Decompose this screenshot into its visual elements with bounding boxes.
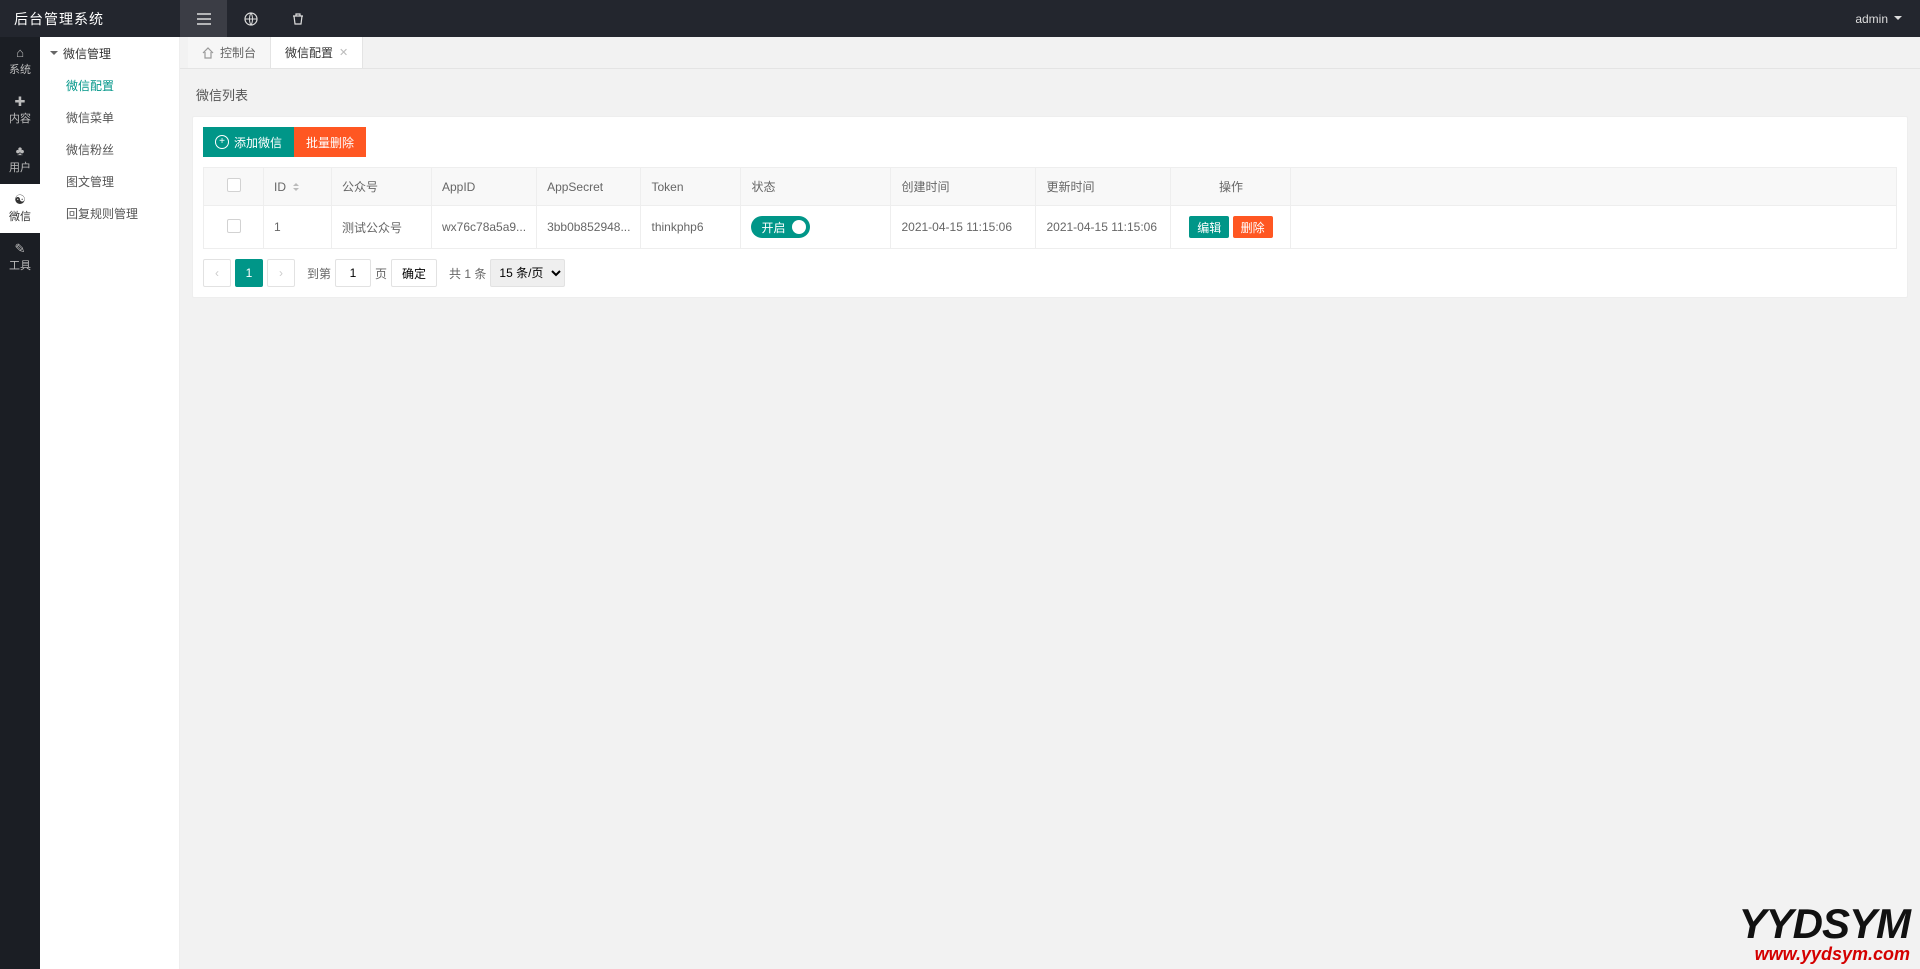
- row-checkbox[interactable]: [227, 219, 241, 233]
- col-status: 状态: [741, 168, 891, 206]
- left-nav: ⌂ 系统 ✚ 内容 ♣ 用户 ☯ 微信 ✎ 工具: [0, 37, 40, 969]
- cell-appsecret: 3bb0b852948...: [537, 206, 641, 249]
- wrench-icon: ✎: [15, 242, 26, 255]
- caret-down-icon: [50, 51, 58, 55]
- user-name: admin: [1855, 12, 1888, 26]
- sidebar-group-label: 微信管理: [63, 45, 111, 62]
- cell-ops: 编辑 删除: [1171, 206, 1291, 249]
- pager-goto-suffix: 页: [375, 265, 387, 282]
- cell-spare: [1291, 206, 1897, 249]
- table-header-row: ID 公众号 AppID AppSecret Token 状态 创建时间 更新时…: [204, 168, 1897, 206]
- status-label: 开启: [761, 219, 785, 236]
- col-updated: 更新时间: [1036, 168, 1171, 206]
- chevron-down-icon: [1894, 16, 1902, 21]
- users-icon: ♣: [16, 144, 25, 157]
- nav-content[interactable]: ✚ 内容: [0, 86, 40, 135]
- wechat-table: ID 公众号 AppID AppSecret Token 状态 创建时间 更新时…: [203, 167, 1897, 249]
- sidebar-group-toggle[interactable]: 微信管理: [40, 37, 179, 69]
- col-ops: 操作: [1171, 168, 1291, 206]
- topbar: 后台管理系统 admin: [0, 0, 1920, 37]
- pager: ‹ 1 › 到第 页 确定 共 1 条 15 条/页: [203, 259, 1897, 287]
- pager-next-button[interactable]: ›: [267, 259, 295, 287]
- delete-button[interactable]: 删除: [1233, 216, 1273, 238]
- nav-label: 内容: [9, 110, 31, 126]
- pager-confirm-button[interactable]: 确定: [391, 259, 437, 287]
- pager-goto-input[interactable]: [335, 259, 371, 287]
- tab-close-icon[interactable]: ✕: [339, 46, 348, 59]
- nav-system[interactable]: ⌂ 系统: [0, 37, 40, 86]
- tab-wechat-config[interactable]: 微信配置 ✕: [271, 37, 363, 68]
- sidebar-item-wechat-fans[interactable]: 微信粉丝: [40, 133, 179, 165]
- col-id[interactable]: ID: [264, 168, 332, 206]
- brand-title: 后台管理系统: [0, 9, 180, 29]
- nav-tools[interactable]: ✎ 工具: [0, 233, 40, 282]
- trash-icon: [291, 12, 305, 26]
- tab-home-label: 控制台: [220, 44, 256, 61]
- nav-user[interactable]: ♣ 用户: [0, 135, 40, 184]
- sidebar-item-wechat-menu[interactable]: 微信菜单: [40, 101, 179, 133]
- hamburger-icon: [197, 13, 211, 25]
- pager-page-size-select[interactable]: 15 条/页: [490, 259, 565, 287]
- col-spare: [1291, 168, 1897, 206]
- col-appsecret: AppSecret: [537, 168, 641, 206]
- pager-goto-prefix: 到第: [307, 265, 331, 282]
- nav-label: 工具: [9, 257, 31, 273]
- cell-status: 开启: [741, 206, 891, 249]
- nav-wechat[interactable]: ☯ 微信: [0, 184, 40, 233]
- cell-updated: 2021-04-15 11:15:06: [1036, 206, 1171, 249]
- col-account: 公众号: [332, 168, 432, 206]
- home-icon: ⌂: [16, 46, 24, 59]
- sort-icon: [293, 183, 299, 191]
- add-wechat-label: 添加微信: [234, 134, 282, 151]
- pager-prev-button[interactable]: ‹: [203, 259, 231, 287]
- switch-knob: [792, 220, 806, 234]
- globe-button[interactable]: [227, 0, 274, 37]
- card: + 添加微信 批量删除 ID 公众号: [192, 116, 1908, 298]
- page-title: 微信列表: [196, 85, 1904, 104]
- cell-appid: wx76c78a5a9...: [432, 206, 537, 249]
- menu-toggle-button[interactable]: [180, 0, 227, 37]
- sidebar-item-reply-rules[interactable]: 回复规则管理: [40, 197, 179, 229]
- select-all-checkbox[interactable]: [227, 178, 241, 192]
- user-menu[interactable]: admin: [1837, 12, 1920, 26]
- globe-icon: ✚: [15, 95, 26, 108]
- nav-label: 微信: [9, 208, 31, 224]
- cell-account: 测试公众号: [332, 206, 432, 249]
- tab-home[interactable]: 控制台: [188, 37, 271, 68]
- main-area: 控制台 微信配置 ✕ 微信列表 + 添加微信 批量删除: [180, 37, 1920, 969]
- edit-button[interactable]: 编辑: [1189, 216, 1229, 238]
- col-token: Token: [641, 168, 741, 206]
- pager-page-1[interactable]: 1: [235, 259, 263, 287]
- cell-id: 1: [264, 206, 332, 249]
- sidebar-item-wechat-config[interactable]: 微信配置: [40, 69, 179, 101]
- pager-total: 共 1 条: [449, 265, 486, 282]
- col-appid: AppID: [432, 168, 537, 206]
- content: 微信列表 + 添加微信 批量删除 ID: [180, 69, 1920, 310]
- sidebar-item-article-manage[interactable]: 图文管理: [40, 165, 179, 197]
- home-icon: [202, 47, 214, 59]
- add-wechat-button[interactable]: + 添加微信: [203, 127, 294, 157]
- nav-label: 系统: [9, 61, 31, 77]
- cell-token: thinkphp6: [641, 206, 741, 249]
- clear-cache-button[interactable]: [274, 0, 321, 37]
- status-switch[interactable]: 开启: [751, 216, 809, 238]
- tab-label: 微信配置: [285, 44, 333, 61]
- col-id-label: ID: [274, 180, 286, 194]
- batch-delete-button[interactable]: 批量删除: [294, 127, 366, 157]
- sidebar: 微信管理 微信配置 微信菜单 微信粉丝 图文管理 回复规则管理: [40, 37, 180, 969]
- wechat-icon: ☯: [14, 193, 26, 206]
- table-row: 1 测试公众号 wx76c78a5a9... 3bb0b852948... th…: [204, 206, 1897, 249]
- cell-created: 2021-04-15 11:15:06: [891, 206, 1036, 249]
- plus-circle-icon: +: [215, 135, 229, 149]
- globe-icon: [244, 12, 258, 26]
- tab-bar: 控制台 微信配置 ✕: [180, 37, 1920, 69]
- nav-label: 用户: [9, 159, 31, 175]
- toolbar: + 添加微信 批量删除: [203, 127, 1897, 157]
- col-created: 创建时间: [891, 168, 1036, 206]
